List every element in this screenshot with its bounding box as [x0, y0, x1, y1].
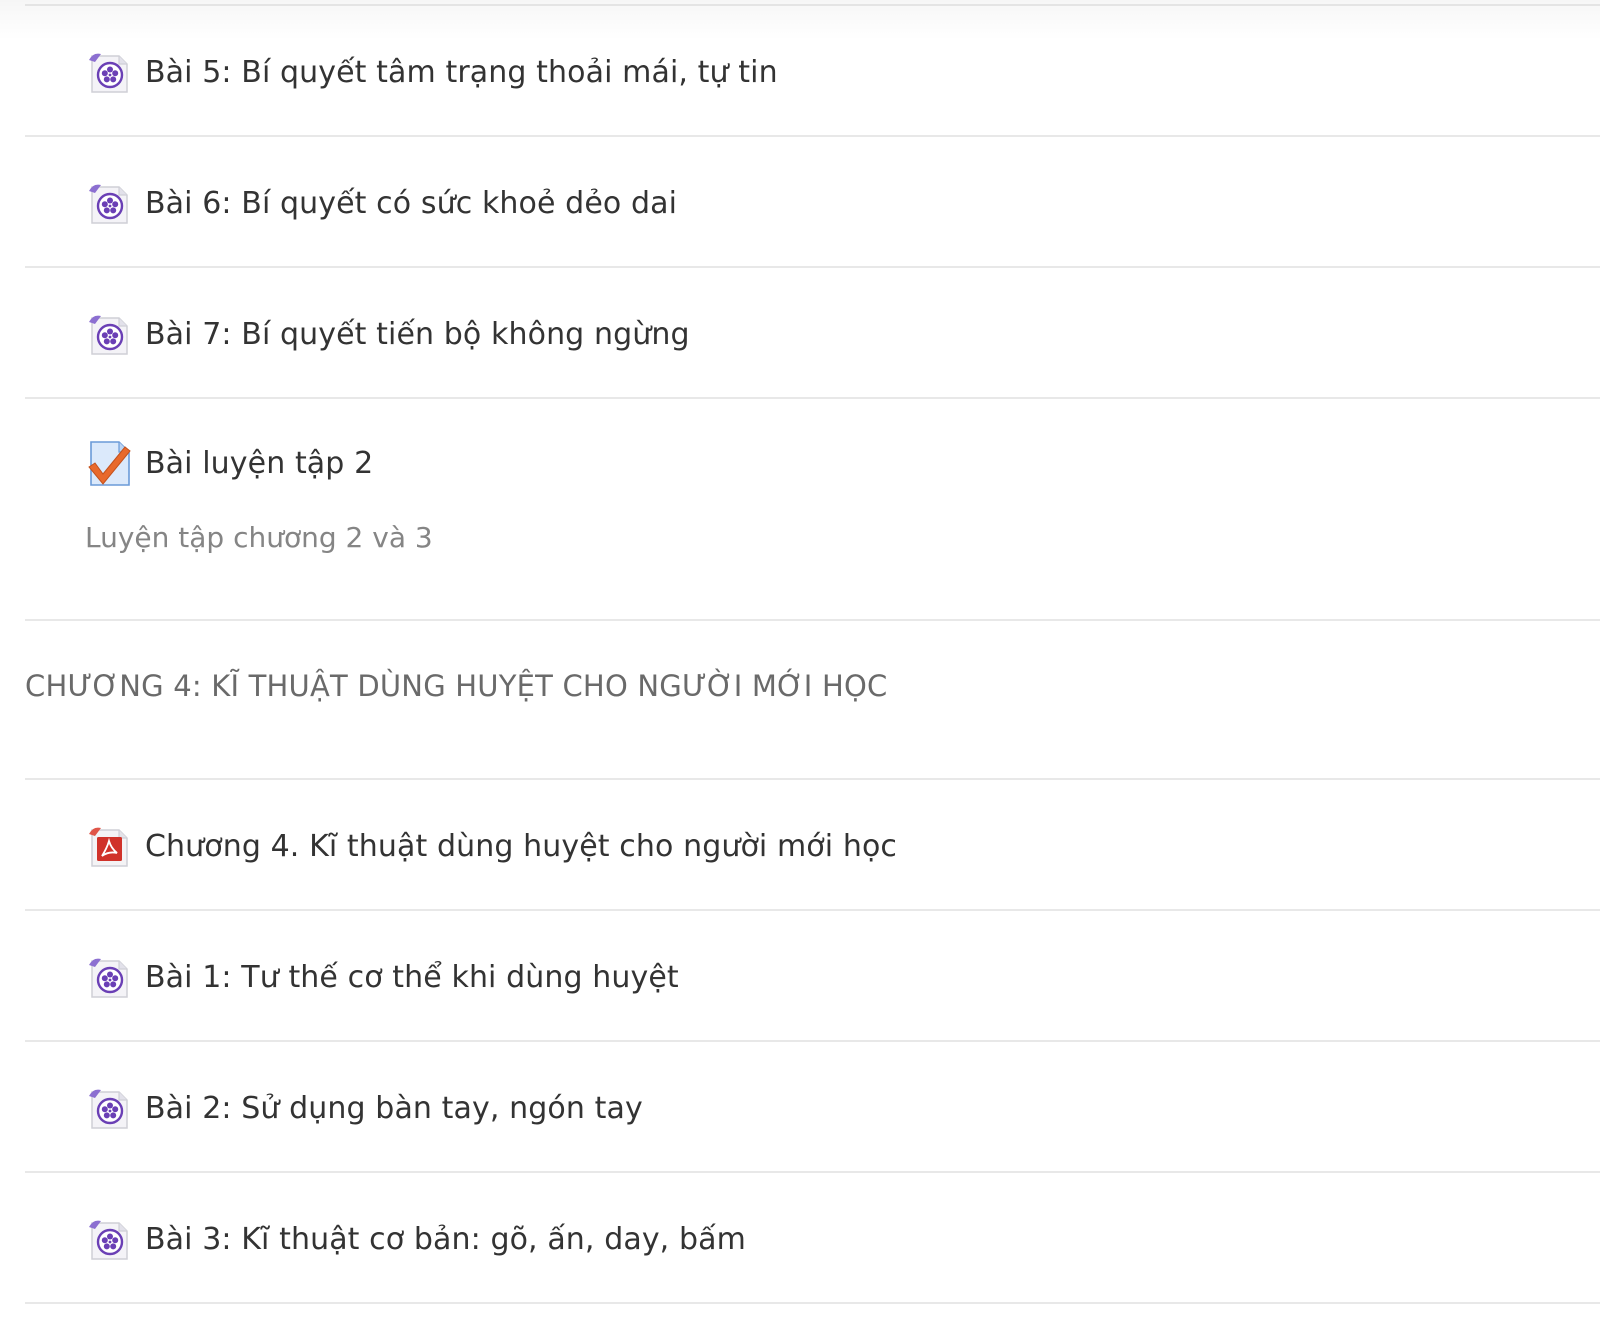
list-item[interactable]: Bài 2: Sử dụng bàn tay, ngón tay — [25, 1042, 1600, 1173]
list-item[interactable]: Bài 5: Bí quyết tâm trạng thoải mái, tự … — [25, 6, 1600, 137]
activity-link[interactable]: Bài 1: Tư thế cơ thể khi dùng huyệt — [85, 953, 679, 1001]
video-file-icon — [85, 1084, 133, 1132]
video-file-icon — [85, 310, 133, 358]
list-item[interactable]: Bài 6: Bí quyết có sức khoẻ dẻo dai — [25, 137, 1600, 268]
activity-link[interactable]: Chương 4. Kĩ thuật dùng huyệt cho người … — [85, 822, 897, 870]
activity-title[interactable]: Bài 2: Sử dụng bàn tay, ngón tay — [145, 1091, 643, 1126]
video-file-icon — [85, 179, 133, 227]
activity-title[interactable]: Bài 1: Tư thế cơ thể khi dùng huyệt — [145, 960, 679, 995]
activity-title[interactable]: Bài luyện tập 2 — [145, 446, 373, 481]
activity-link[interactable]: Bài 6: Bí quyết có sức khoẻ dẻo dai — [85, 179, 677, 227]
activity-title[interactable]: Bài 7: Bí quyết tiến bộ không ngừng — [145, 317, 690, 352]
section-title: CHƯƠNG 4: KĨ THUẬT DÙNG HUYỆT CHO NGƯỜI … — [25, 669, 888, 703]
video-file-icon — [85, 1215, 133, 1263]
section-header: CHƯƠNG 4: KĨ THUẬT DÙNG HUYỆT CHO NGƯỜI … — [25, 621, 1600, 780]
video-file-icon — [85, 953, 133, 1001]
list-item[interactable]: Bài luyện tập 2 Luyện tập chương 2 và 3 — [25, 399, 1600, 621]
quiz-check-icon — [85, 439, 133, 487]
list-item[interactable]: Bài 7: Bí quyết tiến bộ không ngừng — [25, 268, 1600, 399]
activity-link[interactable]: Bài 3: Kĩ thuật cơ bản: gõ, ấn, day, bấm — [85, 1215, 746, 1263]
activity-link[interactable]: Bài 5: Bí quyết tâm trạng thoải mái, tự … — [85, 48, 778, 96]
activity-link[interactable]: Bài 2: Sử dụng bàn tay, ngón tay — [85, 1084, 643, 1132]
course-content-list: Bài 5: Bí quyết tâm trạng thoải mái, tự … — [25, 6, 1600, 1304]
list-item[interactable]: Chương 4. Kĩ thuật dùng huyệt cho người … — [25, 780, 1600, 911]
activity-title[interactable]: Chương 4. Kĩ thuật dùng huyệt cho người … — [145, 829, 897, 864]
activity-link[interactable]: Bài luyện tập 2 — [85, 439, 373, 487]
list-item[interactable]: Bài 1: Tư thế cơ thể khi dùng huyệt — [25, 911, 1600, 1042]
video-file-icon — [85, 48, 133, 96]
activity-description: Luyện tập chương 2 và 3 — [85, 521, 433, 554]
list-item[interactable]: Bài 3: Kĩ thuật cơ bản: gõ, ấn, day, bấm — [25, 1173, 1600, 1304]
activity-title[interactable]: Bài 5: Bí quyết tâm trạng thoải mái, tự … — [145, 55, 778, 90]
activity-link[interactable]: Bài 7: Bí quyết tiến bộ không ngừng — [85, 310, 690, 358]
activity-title[interactable]: Bài 3: Kĩ thuật cơ bản: gõ, ấn, day, bấm — [145, 1222, 746, 1257]
pdf-file-icon — [85, 822, 133, 870]
activity-title[interactable]: Bài 6: Bí quyết có sức khoẻ dẻo dai — [145, 186, 677, 221]
